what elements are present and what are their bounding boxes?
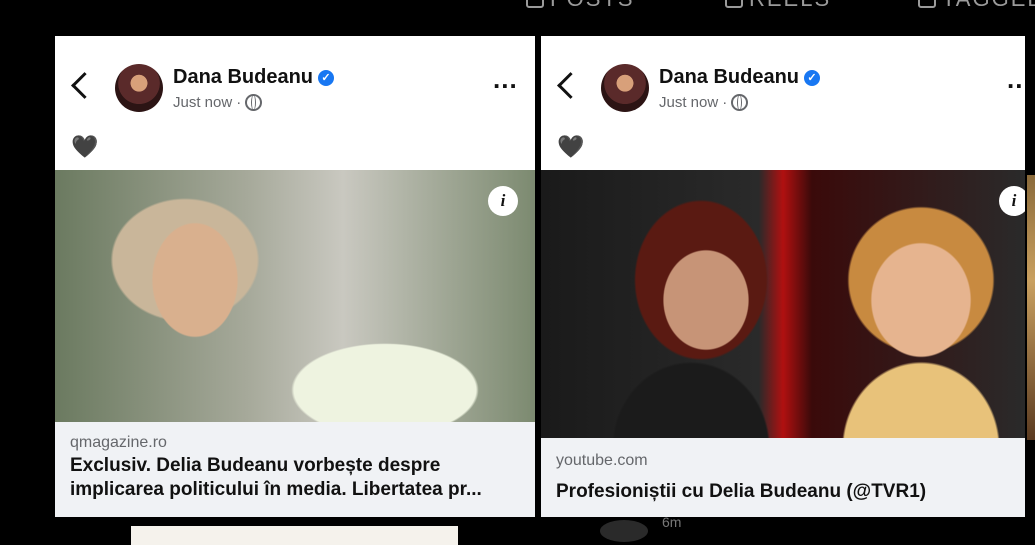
profile-tabs: POSTS REELS TAGGED	[0, 0, 1035, 16]
author-name-text: Dana Budeanu	[659, 66, 800, 88]
post-card: Dana Budeanu ✓ Just now · ... 🖤 i qmagazi…	[55, 36, 535, 517]
post-time-text: Just now	[659, 94, 719, 111]
back-icon[interactable]	[557, 72, 584, 99]
post-text: 🖤	[71, 134, 99, 159]
tab-reels[interactable]: REELS	[725, 0, 831, 12]
link-domain: youtube.com	[556, 452, 648, 469]
tab-posts[interactable]: POSTS	[526, 0, 635, 12]
author-name[interactable]: Dana Budeanu ✓	[659, 66, 821, 89]
more-icon[interactable]: ...	[493, 66, 518, 92]
post-time: Just now ·	[173, 94, 263, 111]
post-time: Just now ·	[659, 94, 749, 111]
background-post	[131, 526, 458, 545]
post-text: 🖤	[557, 134, 585, 159]
info-icon[interactable]: i	[999, 186, 1025, 216]
verified-icon: ✓	[318, 70, 335, 86]
post-card: Dana Budeanu✓ Just now · ... 🖤 i youtube…	[541, 36, 1025, 517]
background-post-time: 6m	[662, 514, 682, 530]
author-name-text: Dana Budeanu	[173, 66, 314, 88]
link-preview-image[interactable]: i	[55, 170, 535, 422]
person-right	[811, 328, 1025, 438]
back-icon[interactable]	[71, 72, 98, 99]
tagged-icon	[918, 0, 936, 8]
tab-posts-label: POSTS	[550, 0, 635, 12]
verified-icon: ✓	[804, 70, 821, 86]
tab-reels-label: REELS	[749, 0, 831, 12]
link-domain: qmagazine.ro	[70, 434, 167, 451]
globe-icon	[245, 94, 263, 111]
link-preview[interactable]: youtube.com Profesioniștii cu Delia Bude…	[541, 438, 1025, 517]
info-icon[interactable]: i	[488, 186, 518, 216]
more-icon[interactable]: ...	[1007, 66, 1025, 92]
avatar[interactable]	[115, 64, 163, 112]
link-preview[interactable]: qmagazine.ro Exclusiv. Delia Budeanu vor…	[55, 422, 535, 517]
link-title: Profesioniștii cu Delia Budeanu (@TVR1)	[556, 481, 927, 502]
link-preview-image[interactable]: i	[541, 170, 1025, 438]
avatar[interactable]	[601, 64, 649, 112]
globe-icon	[731, 94, 749, 111]
grid-icon	[526, 0, 544, 8]
background-avatar	[600, 520, 648, 542]
tab-tagged-label: TAGGED	[942, 0, 1035, 12]
reels-icon	[725, 0, 743, 8]
tab-tagged[interactable]: TAGGED	[918, 0, 1035, 12]
next-post-edge	[1027, 175, 1035, 440]
author-name[interactable]: Dana Budeanu ✓	[173, 66, 335, 89]
link-title: Exclusiv. Delia Budeanu vorbește despre …	[70, 455, 482, 500]
post-time-text: Just now	[173, 94, 233, 111]
person-left	[581, 328, 801, 438]
